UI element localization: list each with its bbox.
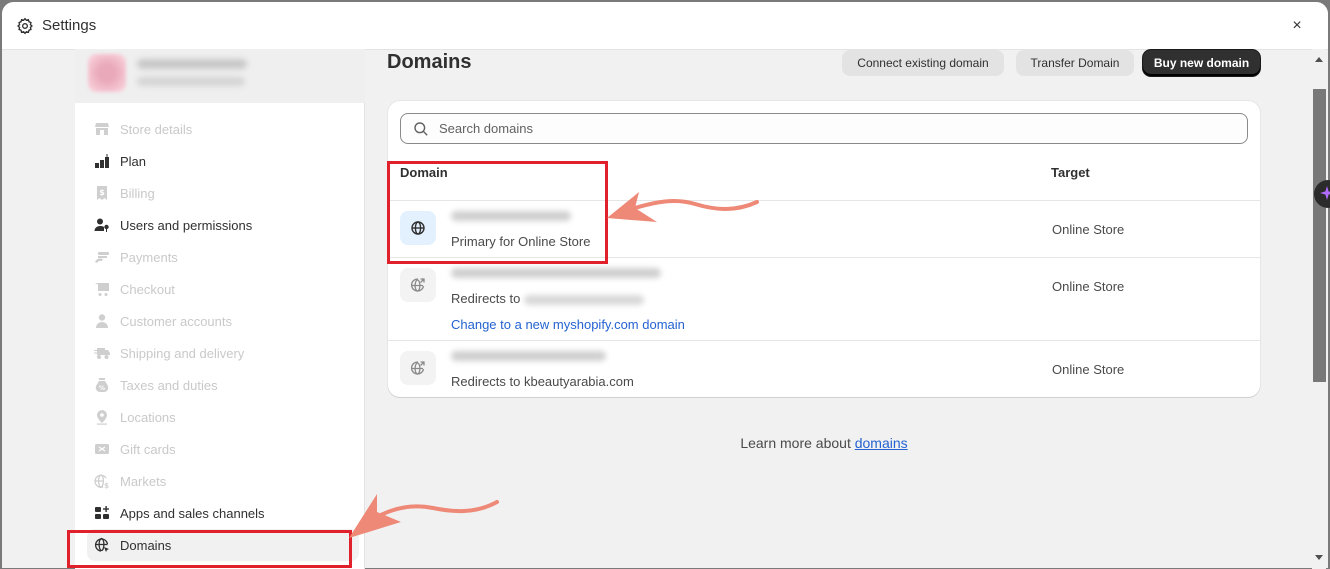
sidebar-item-payments[interactable]: Payments xyxy=(75,241,365,273)
domain-subtitle: Primary for Online Store xyxy=(451,234,591,249)
domain-icon-box xyxy=(400,211,436,245)
domain-target: Online Store xyxy=(1052,222,1125,237)
sidebar-item-markets[interactable]: $ Markets xyxy=(75,465,365,497)
globe-cursor-icon xyxy=(93,536,111,554)
redirect-target-blurred xyxy=(524,294,645,305)
domain-icon-box xyxy=(400,351,436,385)
sidebar-item-customer-accounts[interactable]: Customer accounts xyxy=(75,305,365,337)
domain-target: Online Store xyxy=(1052,362,1125,377)
search-field[interactable] xyxy=(400,113,1248,144)
title-bar: Settings × xyxy=(2,2,1328,50)
sidebar-item-checkout[interactable]: Checkout xyxy=(75,273,365,305)
search-input[interactable] xyxy=(439,121,1219,136)
gift-card-icon xyxy=(93,440,111,458)
domain-subtitle: Redirects to xyxy=(451,291,645,306)
column-header-domain: Domain xyxy=(400,165,448,180)
connect-existing-domain-button[interactable]: Connect existing domain xyxy=(842,50,1004,76)
close-button[interactable]: × xyxy=(1286,15,1308,37)
svg-text:$: $ xyxy=(104,482,109,489)
users-icon xyxy=(93,216,111,234)
change-myshopify-domain-link[interactable]: Change to a new myshopify.com domain xyxy=(451,317,685,332)
domains-page: Domains Connect existing domain Transfer… xyxy=(364,49,1312,569)
domain-subtitle: Redirects to kbeautyarabia.com xyxy=(451,374,634,389)
page-title: Domains xyxy=(387,51,472,73)
domains-card: Domain Target Primary for Online Store O… xyxy=(388,101,1260,397)
globe-icon xyxy=(411,221,425,235)
sidebar-item-label: Customer accounts xyxy=(120,313,232,329)
sidebar-item-label: Billing xyxy=(120,185,155,201)
sidebar-item-label: Payments xyxy=(120,249,178,265)
apps-icon xyxy=(93,504,111,522)
sidebar-item-label: Domains xyxy=(120,537,172,553)
gear-icon xyxy=(17,17,33,35)
column-header-target: Target xyxy=(1051,165,1090,180)
payments-icon xyxy=(93,248,111,266)
domain-target: Online Store xyxy=(1052,279,1125,294)
store-avatar xyxy=(88,54,126,92)
sidebar-item-gift-cards[interactable]: Gift cards xyxy=(75,433,365,465)
sidebar-item-label: Users and permissions xyxy=(120,217,253,233)
sidebar-item-domains[interactable]: Domains xyxy=(87,529,359,561)
store-switcher[interactable] xyxy=(75,49,365,103)
domain-name-blurred xyxy=(451,211,571,221)
domain-row[interactable]: Redirects to kbeautyarabia.com Online St… xyxy=(388,341,1260,397)
settings-nav: Store details Plan $ Billing Users and permi… xyxy=(75,113,365,561)
sidebar-item-label: Taxes and duties xyxy=(120,377,218,393)
globe-dollar-icon: $ xyxy=(93,472,111,490)
globe-redirect-icon xyxy=(410,361,425,375)
sidebar-item-store-details[interactable]: Store details xyxy=(75,113,365,145)
redirects-label: Redirects to xyxy=(451,291,521,306)
scroll-down-arrow-icon[interactable] xyxy=(1315,555,1323,560)
sidebar-item-users-and-permissions[interactable]: Users and permissions xyxy=(75,209,365,241)
sidebar-item-label: Shipping and delivery xyxy=(120,345,245,361)
scrollbar[interactable] xyxy=(1312,49,1326,569)
cart-icon xyxy=(93,280,111,298)
sidebar-item-label: Gift cards xyxy=(120,441,176,457)
sidebar-item-label: Locations xyxy=(120,409,176,425)
location-pin-icon xyxy=(93,408,111,426)
sidebar-item-billing[interactable]: $ Billing xyxy=(75,177,365,209)
sidebar-item-label: Plan xyxy=(120,153,147,169)
domain-name-blurred xyxy=(451,268,661,278)
settings-sidebar: Store details Plan $ Billing Users and permi… xyxy=(75,49,365,569)
globe-redirect-icon xyxy=(410,278,425,292)
window-title: Settings xyxy=(42,17,97,34)
buy-new-domain-button[interactable]: Buy new domain xyxy=(1143,50,1260,76)
learn-more-label: Learn more about xyxy=(740,435,855,451)
billing-icon: $ xyxy=(93,184,111,202)
sidebar-item-label: Store details xyxy=(120,121,193,137)
sidebar-item-label: Markets xyxy=(120,473,167,489)
table-header: Domain Target xyxy=(388,161,1260,201)
close-icon: × xyxy=(1292,17,1302,34)
store-icon xyxy=(93,120,111,138)
domains-help-link[interactable]: domains xyxy=(855,435,908,451)
sidebar-item-apps-and-sales-channels[interactable]: Apps and sales channels xyxy=(75,497,365,529)
learn-more-text: Learn more about domains xyxy=(364,435,1284,451)
sidebar-item-label: Checkout xyxy=(120,281,175,297)
domain-row-primary[interactable]: Primary for Online Store Online Store xyxy=(388,201,1260,258)
svg-text:%: % xyxy=(99,385,105,392)
tax-bag-icon: % xyxy=(93,376,111,394)
scroll-up-arrow-icon[interactable] xyxy=(1315,57,1323,62)
svg-text:$: $ xyxy=(99,188,105,197)
sidebar-item-shipping-and-delivery[interactable]: Shipping and delivery xyxy=(75,337,365,369)
sidebar-item-plan[interactable]: Plan xyxy=(75,145,365,177)
sidebar-item-label: Apps and sales channels xyxy=(120,505,265,521)
search-icon xyxy=(414,121,428,136)
plan-icon xyxy=(93,152,111,170)
scrollbar-thumb[interactable] xyxy=(1313,89,1326,382)
domain-name-blurred xyxy=(451,351,606,361)
sparkle-icon xyxy=(1320,186,1330,200)
domain-row[interactable]: Redirects to Change to a new myshopify.c… xyxy=(388,258,1260,341)
person-icon xyxy=(93,312,111,330)
store-name-blurred xyxy=(137,59,247,69)
sidebar-item-locations[interactable]: Locations xyxy=(75,401,365,433)
store-url-blurred xyxy=(137,77,245,86)
sidebar-item-taxes-and-duties[interactable]: % Taxes and duties xyxy=(75,369,365,401)
truck-icon xyxy=(93,344,111,362)
domain-icon-box xyxy=(400,268,436,302)
transfer-domain-button[interactable]: Transfer Domain xyxy=(1016,50,1134,76)
